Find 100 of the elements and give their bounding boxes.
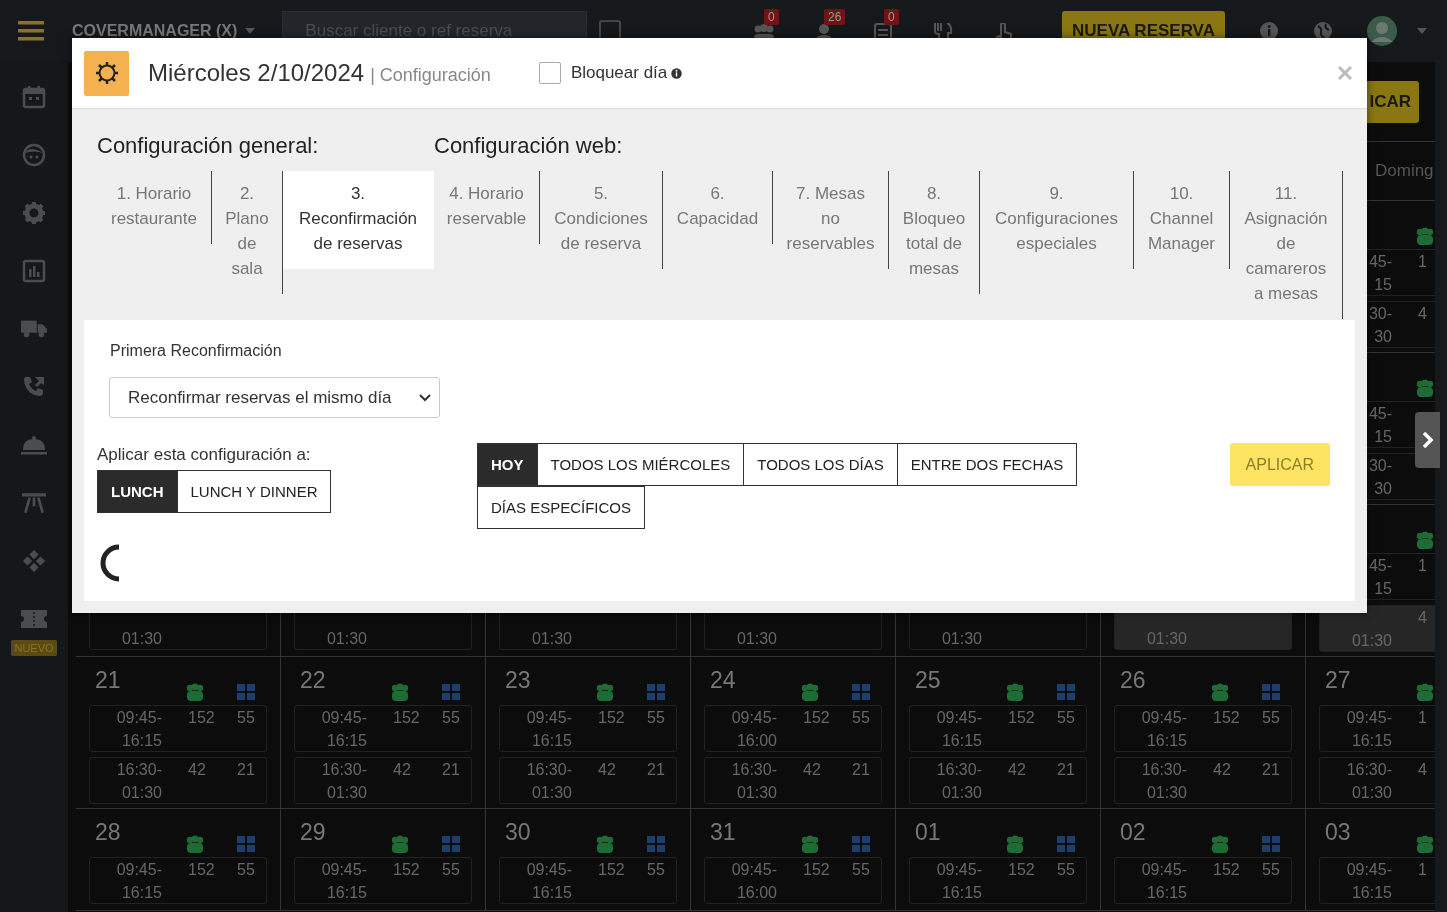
caret-icon (245, 28, 256, 34)
service-slot[interactable]: 16:30- 01:30 42 21 (704, 757, 882, 804)
config-tab[interactable]: 11. Asignación de camareros a mesas (1230, 171, 1343, 319)
service-slot[interactable]: 16:30- 01:30 42 21 (89, 757, 267, 804)
settings-icon[interactable] (21, 201, 47, 225)
reconfirmation-select[interactable]: Reconfirmar reservas el mismo día (109, 377, 440, 418)
slot-end-time: 16:00 (736, 731, 777, 751)
covers-count: 4 (1418, 608, 1428, 628)
phone-icon[interactable] (21, 375, 47, 399)
service-option[interactable]: LUNCH Y DINNER (176, 470, 332, 513)
slot-start-time: 09:45- (1346, 708, 1392, 728)
covers-count: 1 (1418, 860, 1428, 880)
day-number: 26 (1120, 667, 1146, 694)
face-icon[interactable] (21, 143, 47, 167)
service-slot[interactable]: 09:45- 16:15 152 55 (89, 857, 267, 904)
config-tab[interactable]: 10. Channel Manager (1134, 171, 1230, 269)
service-slot[interactable]: 09:45- 16:15 152 55 (909, 857, 1087, 904)
caret-icon (419, 393, 431, 402)
service-slot[interactable]: 16:30- 01:30 42 21 (294, 757, 472, 804)
block-day-label: Bloquear día (570, 63, 668, 83)
covers-count: 1 (1418, 708, 1428, 728)
tables-count: 55 (442, 708, 460, 728)
service-slot[interactable]: 01:30 4 (1319, 605, 1435, 652)
service-slot[interactable]: 09:45- 16:00 152 55 (704, 857, 882, 904)
close-icon[interactable] (1337, 65, 1353, 81)
config-tab[interactable]: 8. Bloqueo total de mesas (889, 171, 980, 294)
service-option[interactable]: LUNCH (97, 470, 178, 513)
slot-end-time: 16:15 (1351, 883, 1392, 903)
service-slot[interactable]: 09:45- 16:15 152 55 (1114, 857, 1292, 904)
tables-count: 21 (237, 760, 255, 780)
service-slot[interactable]: 09:45- 16:15 152 55 (294, 857, 472, 904)
apply-button[interactable]: APLICAR (1229, 443, 1330, 486)
config-tab[interactable]: 4. Horario reservable (434, 171, 540, 244)
slot-start-time: 09:45- (116, 860, 162, 880)
config-tab[interactable]: 1. Horario restaurante (97, 171, 212, 244)
covers-count: 152 (188, 708, 216, 728)
day-scope-option[interactable]: TODOS LOS DÍAS (743, 443, 898, 486)
slot-end-time: 01:30 (531, 629, 572, 649)
day-number: 23 (505, 667, 531, 694)
slot-end-time: 16:15 (1146, 883, 1187, 903)
tables-count: 21 (647, 760, 665, 780)
avatar-icon[interactable] (1367, 16, 1397, 46)
slot-end-time: 15 (1374, 427, 1392, 447)
cloche-icon[interactable] (21, 433, 47, 457)
service-slot[interactable]: 16:30- 01:30 42 21 (909, 757, 1087, 804)
slot-start-time: 30- (1368, 456, 1392, 476)
slot-end-time: 30 (1374, 479, 1392, 499)
slot-start-time: 09:45- (1141, 708, 1187, 728)
caret-icon[interactable] (1417, 28, 1427, 34)
slot-end-time: 01:30 (941, 783, 982, 803)
day-scope-option[interactable]: DÍAS ESPECÍFICOS (477, 486, 646, 529)
puzzle-icon[interactable] (21, 549, 47, 573)
block-day-checkbox[interactable] (538, 62, 561, 84)
config-tab[interactable]: 9. Configuraciones especiales (980, 171, 1134, 269)
next-arrow-button[interactable] (1415, 412, 1440, 468)
weekday-header: Doming (1375, 161, 1434, 181)
restaurant-selector[interactable]: COVERMANAGER (X) (72, 22, 238, 40)
service-slot[interactable]: 09:45- 16:00 152 55 (704, 705, 882, 752)
config-tab[interactable]: 6. Capacidad (663, 171, 773, 244)
covers-count: 152 (188, 860, 216, 880)
day-number: 22 (300, 667, 326, 694)
covers-count: 152 (803, 708, 831, 728)
ticket-icon[interactable] (21, 607, 47, 631)
config-tab[interactable]: 7. Mesas no reservables (773, 171, 889, 269)
calendar-icon[interactable] (21, 85, 47, 109)
day-number: 30 (505, 819, 531, 846)
slot-end-time: 01:30 (736, 783, 777, 803)
service-slot[interactable]: 09:45- 16:15 152 55 (499, 857, 677, 904)
settings-icon (84, 50, 129, 96)
scrollbar-track[interactable] (1435, 62, 1447, 912)
covers-count: 152 (803, 860, 831, 880)
day-scope-option[interactable]: HOY (477, 443, 538, 486)
slot-end-time: 01:30 (941, 629, 982, 649)
table-icon[interactable] (21, 491, 47, 515)
day-scope-option[interactable]: TODOS LOS MIÉRCOLES (536, 443, 745, 486)
covers-count: 1 (1418, 556, 1428, 576)
service-slot[interactable]: 09:45- 16:15 152 55 (1114, 705, 1292, 752)
config-tab[interactable]: 3. Reconfirmación de reservas (283, 171, 434, 269)
tables-count: 55 (442, 860, 460, 880)
section-heading: Configuración general: (97, 133, 320, 159)
chart-icon[interactable] (21, 259, 47, 283)
menu-icon[interactable] (18, 21, 44, 41)
slot-start-time: 16:30- (116, 760, 162, 780)
slot-end-time: 01:30 (121, 783, 162, 803)
slot-end-time: 01:30 (1351, 631, 1392, 651)
modal-subtitle: | Configuración (370, 64, 491, 86)
covers-count: 4 (1418, 760, 1428, 780)
service-slot[interactable]: 09:45- 16:15 152 55 (499, 705, 677, 752)
info-icon[interactable] (671, 67, 683, 79)
day-scope-option[interactable]: ENTRE DOS FECHAS (896, 443, 1078, 486)
service-slot[interactable]: 09:45- 16:15 152 55 (909, 705, 1087, 752)
tables-count: 55 (1262, 708, 1280, 728)
service-slot[interactable]: 09:45- 16:15 152 55 (294, 705, 472, 752)
service-slot[interactable]: 16:30- 01:30 42 21 (499, 757, 677, 804)
service-slot[interactable]: 16:30- 01:30 42 21 (1114, 757, 1292, 804)
service-slot[interactable]: 09:45- 16:15 152 55 (89, 705, 267, 752)
day-number: 21 (95, 667, 121, 694)
covers-count: 42 (1008, 760, 1027, 780)
slot-start-time: 09:45- (526, 860, 572, 880)
config-tab[interactable]: 5. Condiciones de reserva (540, 171, 663, 269)
